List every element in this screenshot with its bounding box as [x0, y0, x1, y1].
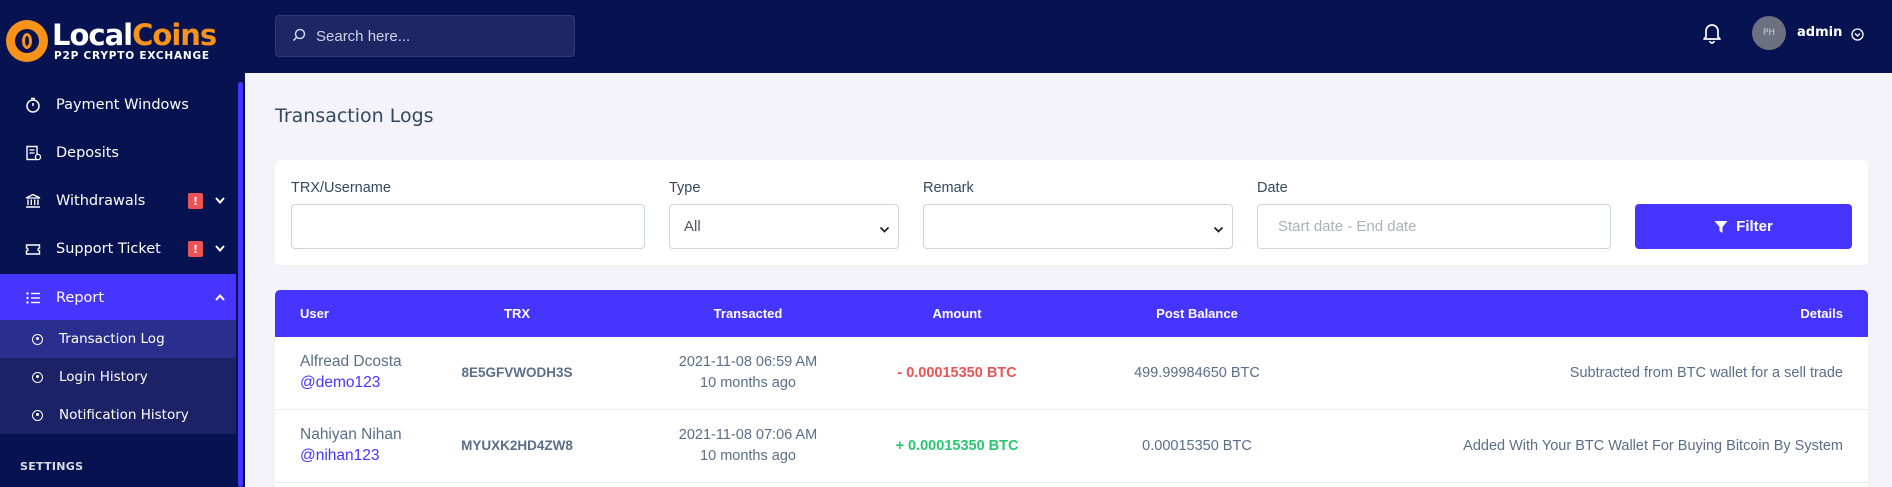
- search-icon: [292, 27, 306, 46]
- brand-name: LocalCoins: [52, 18, 217, 52]
- type-select[interactable]: All: [669, 204, 899, 249]
- sidebar-subitem-notification-history[interactable]: Notification History: [0, 396, 236, 434]
- sidebar-subitem-login-history[interactable]: Login History: [0, 358, 236, 396]
- page-title: Transaction Logs: [275, 105, 434, 127]
- sidebar-item-report[interactable]: Report: [0, 274, 236, 322]
- admin-username[interactable]: admin: [1797, 25, 1842, 40]
- sidebar-subitem-label: Transaction Log: [59, 331, 165, 347]
- amount-value: + 0.00015350 BTC: [895, 438, 1019, 454]
- transacted-ago: 10 months ago: [700, 375, 796, 391]
- amount-value: - 0.00015350 BTC: [897, 365, 1017, 381]
- list-icon: [24, 290, 41, 307]
- header-details: Details: [1800, 306, 1843, 321]
- remark-select[interactable]: [923, 204, 1233, 249]
- transaction-table: User TRX Transacted Amount Post Balance …: [275, 290, 1868, 487]
- filter-button[interactable]: Filter: [1635, 204, 1852, 249]
- sidebar-item-support-ticket[interactable]: Support Ticket !: [0, 225, 236, 273]
- timer-icon: [24, 97, 41, 114]
- transacted-date: 2021-11-08 06:59 AM: [678, 354, 818, 370]
- transacted-ago: 10 months ago: [700, 448, 796, 464]
- chevron-down-icon: [879, 222, 890, 233]
- circle-dot-icon: [32, 409, 43, 421]
- ticket-icon: [24, 241, 41, 258]
- header-amount: Amount: [932, 306, 982, 321]
- alert-badge: !: [188, 241, 203, 257]
- date-placeholder: Start date - End date: [1278, 218, 1417, 235]
- sidebar-scrollbar[interactable]: [238, 82, 243, 487]
- type-label: Type: [669, 180, 701, 196]
- sidebar-subitem-label: Notification History: [59, 407, 189, 423]
- trx-username-input[interactable]: [291, 204, 645, 249]
- bank-icon: [24, 193, 41, 210]
- report-submenu: Transaction Log Login History Notificati…: [0, 320, 236, 434]
- sidebar-item-label: Deposits: [56, 145, 119, 161]
- sidebar-item-label: Support Ticket: [56, 241, 161, 257]
- chevron-down-icon: [1213, 222, 1224, 233]
- remark-label: Remark: [923, 180, 974, 196]
- sidebar-item-payment-windows[interactable]: Payment Windows: [0, 81, 236, 129]
- transacted-time: 2021-11-08 06:59 AM 10 months ago: [648, 352, 848, 394]
- alert-badge: !: [188, 193, 203, 209]
- table-header: User TRX Transacted Amount Post Balance …: [275, 290, 1868, 337]
- circle-dot-icon: [32, 371, 43, 383]
- search-box[interactable]: [275, 15, 575, 57]
- details-text: Subtracted from BTC wallet for a sell tr…: [1569, 365, 1843, 381]
- sidebar: LocalCoins P2P CRYPTO EXCHANGE Payment W…: [0, 0, 245, 487]
- sidebar-section-settings: SETTINGS: [20, 460, 84, 473]
- sidebar-subitem-transaction-log[interactable]: Transaction Log: [0, 320, 236, 358]
- post-balance-value: 499.99984650 BTC: [1134, 365, 1260, 381]
- brand-logo[interactable]: LocalCoins P2P CRYPTO EXCHANGE: [4, 16, 234, 66]
- table-row: Nahiyan Nihan @nihan123 MYUXK2HD4ZW8 202…: [275, 410, 1868, 483]
- sidebar-subitem-label: Login History: [59, 369, 148, 385]
- deposit-icon: [24, 145, 41, 162]
- user-handle-link[interactable]: @nihan123: [300, 447, 380, 465]
- header-user: User: [300, 306, 329, 321]
- table-row: Alfread Dcosta @demo123 8E5GFVWODH3S 202…: [275, 337, 1868, 410]
- sidebar-item-label: Withdrawals: [56, 193, 146, 209]
- date-range-input[interactable]: Start date - End date: [1257, 204, 1611, 249]
- user-handle-link[interactable]: @demo123: [300, 374, 380, 392]
- trx-code: 8E5GFVWODH3S: [461, 365, 573, 380]
- transacted-date: 2021-11-08 07:06 AM: [678, 427, 818, 443]
- date-label: Date: [1257, 180, 1288, 196]
- avatar[interactable]: PH: [1752, 16, 1786, 50]
- header-transacted: Transacted: [713, 306, 783, 321]
- chevron-down-icon: [214, 243, 225, 254]
- filter-button-label: Filter: [1736, 218, 1773, 235]
- coin-logo-icon: [6, 20, 48, 62]
- details-text: Added With Your BTC Wallet For Buying Bi…: [1463, 438, 1843, 454]
- trx-code: MYUXK2HD4ZW8: [461, 438, 573, 453]
- post-balance-value: 0.00015350 BTC: [1142, 438, 1252, 454]
- sidebar-item-deposits[interactable]: Deposits: [0, 129, 236, 177]
- bell-icon[interactable]: [1702, 22, 1722, 44]
- sidebar-item-label: Report: [56, 290, 105, 306]
- chevron-down-circle-icon[interactable]: [1851, 26, 1864, 41]
- filter-icon: [1714, 220, 1728, 233]
- user-name: Alfread Dcosta: [300, 353, 402, 370]
- sidebar-item-label: Payment Windows: [56, 97, 189, 113]
- chevron-up-icon: [214, 292, 225, 303]
- brand-tagline: P2P CRYPTO EXCHANGE: [54, 50, 210, 62]
- filter-card: TRX/Username Type All Remark Date Start …: [275, 160, 1868, 265]
- sidebar-item-withdrawals[interactable]: Withdrawals !: [0, 177, 236, 225]
- transacted-time: 2021-11-08 07:06 AM 10 months ago: [648, 425, 848, 467]
- type-selected-value: All: [684, 218, 701, 235]
- topbar: PH admin: [245, 0, 1892, 73]
- circle-dot-icon: [32, 333, 43, 345]
- header-trx: TRX: [504, 306, 530, 321]
- header-post-balance: Post Balance: [1156, 306, 1238, 321]
- search-input[interactable]: [316, 27, 556, 45]
- chevron-down-icon: [214, 195, 225, 206]
- user-name: Nahiyan Nihan: [300, 426, 402, 443]
- trx-username-label: TRX/Username: [291, 180, 391, 196]
